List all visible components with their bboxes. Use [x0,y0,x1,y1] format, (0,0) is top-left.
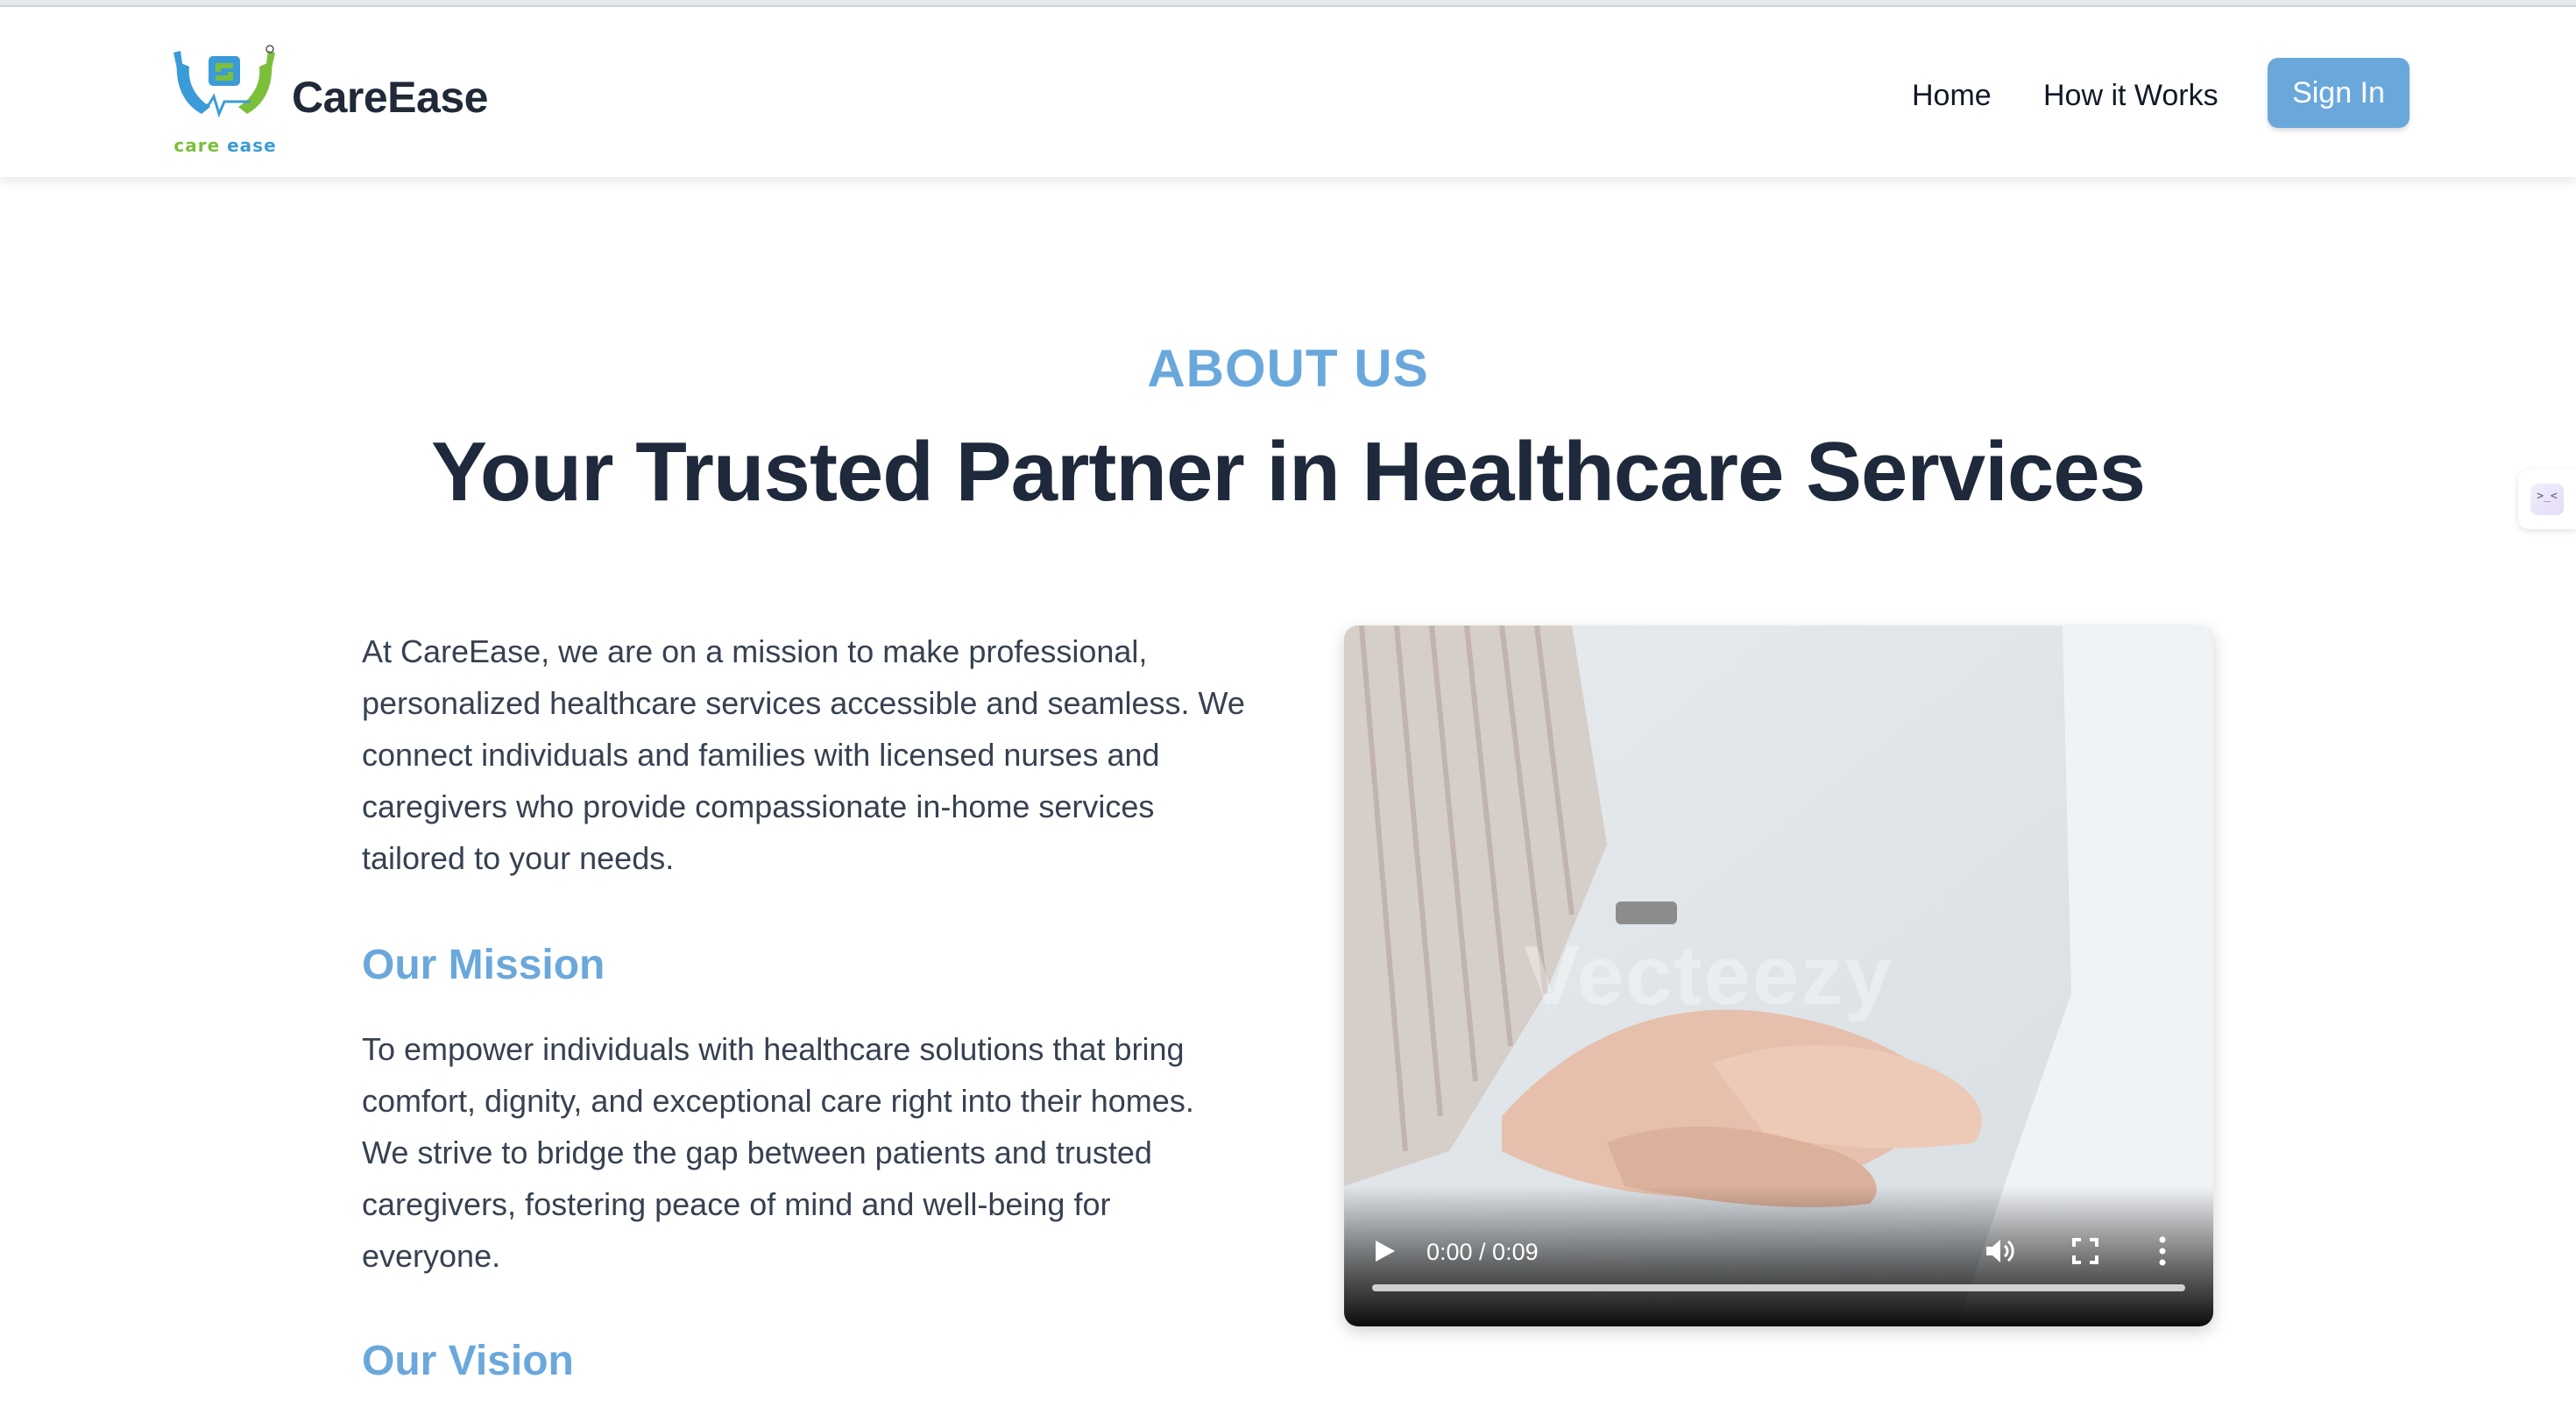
mission-paragraph: To empower individuals with healthcare s… [362,1031,1194,1274]
brand-name[interactable]: CareEase [292,72,488,123]
nav-home-link[interactable]: Home [1912,79,1992,113]
video-player[interactable]: Vecteezy 0:00 / 0:09 [1344,626,2213,1326]
intro-paragraph: At CareEase, we are on a mission to make… [362,633,1245,876]
fullscreen-icon[interactable] [2071,1237,2099,1265]
logo-caption: care ease [170,135,280,156]
volume-icon[interactable] [1985,1237,2016,1265]
more-options-icon[interactable] [2155,1235,2169,1267]
section-headline: Your Trusted Partner in Healthcare Servi… [430,425,2146,519]
logo-caption-ease: ease [227,135,277,156]
top-navbar: care ease CareEase Home How it Works Sig… [0,7,2576,177]
nav-how-it-works-link[interactable]: How it Works [2043,79,2219,113]
play-icon[interactable] [1374,1239,1397,1263]
section-eyebrow: ABOUT US [1147,339,1429,398]
video-watermark: Vecteezy [1524,929,1893,1022]
hands-logo-icon [173,45,275,118]
logo-caption-care: care [173,135,221,156]
careease-logo[interactable]: care ease [170,44,280,161]
browser-top-border [0,0,2576,7]
mission-heading: Our Mission [362,942,605,988]
video-time-readout: 0:00 / 0:09 [1426,1239,1539,1265]
video-controls-bar: 0:00 / 0:09 [1344,1186,2213,1326]
vision-heading: Our Vision [362,1338,574,1384]
sign-in-button[interactable]: Sign In [2268,58,2410,128]
video-progress-bar[interactable] [1372,1284,2185,1291]
